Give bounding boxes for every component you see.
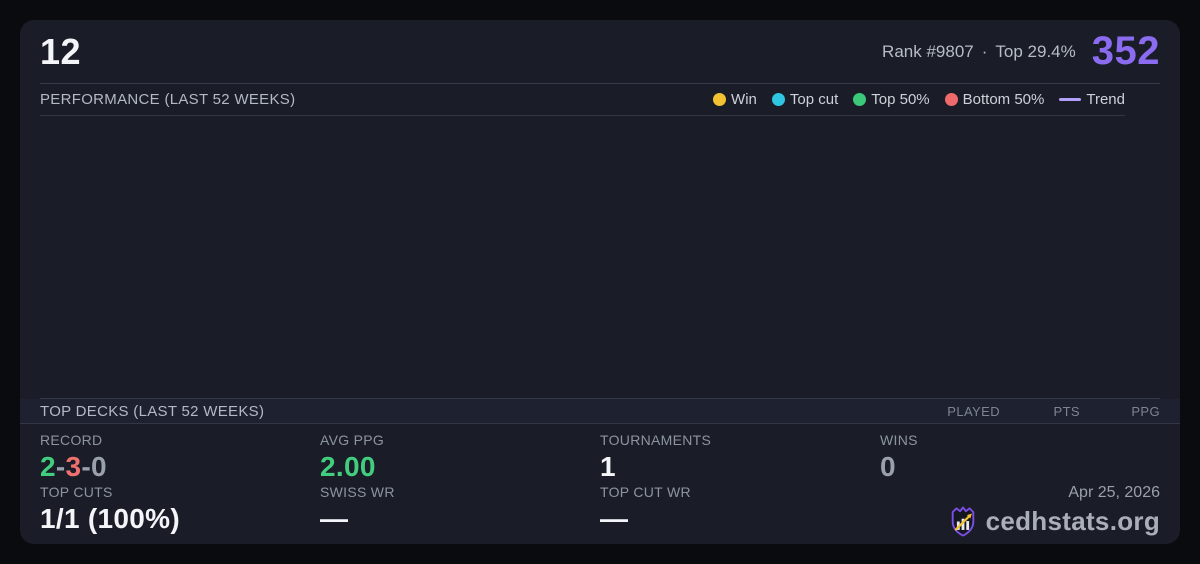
stat-label: TOP CUTS [40,484,113,500]
stat-label: SWISS WR [320,484,395,500]
legend-label: Win [731,91,757,108]
legend-label: Top cut [789,91,839,108]
deck-count: 12 [40,30,82,72]
footer: Apr 25, 2026 cedhstats.org [880,484,1160,544]
top-decks-title: TOP DECKS (LAST 52 WEEKS) [40,402,265,420]
stats-grid: RECORD 2-3-0 AVG PPG 2.00 TOURNAMENTS 1 … [40,424,1160,544]
rank-text: Rank #9807 [882,41,974,61]
avg-ppg-value: 2.00 [320,451,376,482]
date-text: Apr 25, 2026 [1068,484,1160,501]
stat-wins: WINS 0 [880,432,1160,484]
legend-item-top50[interactable]: Top 50% [853,91,930,108]
wins-value: 0 [880,451,896,482]
stat-label: TOURNAMENTS [600,432,712,448]
legend-label: Top 50% [871,91,930,108]
header-right: Rank #9807 · Top 29.4% 352 [882,29,1160,74]
stat-label: WINS [880,432,918,448]
bottom50-dot-icon [944,93,958,106]
cedhstats-shield-logo-icon [951,506,974,537]
legend-item-top-cut[interactable]: Top cut [771,91,839,108]
card-header: 12 Rank #9807 · Top 29.4% 352 [40,20,1160,84]
legend-item-bottom50[interactable]: Bottom 50% [944,91,1045,108]
score-value: 352 [1091,29,1160,73]
chart-legend: Win Top cut Top 50% Bottom 50% Trend [713,91,1125,108]
win-dot-icon [713,93,727,106]
stat-top-cuts: TOP CUTS 1/1 (100%) [40,484,320,544]
stat-avg-ppg: AVG PPG 2.00 [320,432,600,484]
record-sep: - [55,451,66,482]
top50-dot-icon [853,93,867,106]
top-decks-columns: PLAYED PTS PPG [920,404,1160,419]
legend-item-win[interactable]: Win [713,91,757,108]
brand-text: cedhstats.org [985,506,1160,536]
rank-separator-dot: · [981,41,988,61]
top-cut-dot-icon [771,93,785,106]
swiss-wr-value: — [320,503,349,534]
stat-label: RECORD [40,432,103,448]
record-sep: - [81,451,91,482]
column-header-pts: PTS [1053,403,1080,419]
column-header-played: PLAYED [947,403,1000,419]
record-draws: 0 [91,451,107,482]
column-header-ppg: PPG [1131,403,1160,419]
legend-item-trend[interactable]: Trend [1059,91,1125,108]
stat-record: RECORD 2-3-0 [40,432,320,484]
stat-tournaments: TOURNAMENTS 1 [600,432,880,484]
brand: cedhstats.org [948,505,1160,538]
rank-line: Rank #9807 · Top 29.4% [882,42,1076,62]
stats-card: 12 Rank #9807 · Top 29.4% 352 PERFORMANC… [20,20,1180,544]
record-value: 2-3-0 [40,451,320,483]
trend-line-icon [1059,98,1082,101]
top-cut-wr-value: — [600,503,629,534]
performance-header: PERFORMANCE (LAST 52 WEEKS) Win Top cut … [40,84,1125,116]
stat-top-cut-wr: TOP CUT WR — [600,484,880,544]
stat-swiss-wr: SWISS WR — [320,484,600,544]
top-decks-header: TOP DECKS (LAST 52 WEEKS) PLAYED PTS PPG [20,399,1180,424]
stat-label: AVG PPG [320,432,385,448]
legend-label: Bottom 50% [962,91,1045,108]
record-wins: 2 [40,451,56,482]
performance-title: PERFORMANCE (LAST 52 WEEKS) [40,91,296,108]
stat-label: TOP CUT WR [600,484,691,500]
performance-chart [40,116,1160,399]
legend-label: Trend [1086,91,1125,108]
top-cuts-value: 1/1 (100%) [40,503,180,534]
tournaments-value: 1 [600,451,616,482]
record-losses: 3 [65,451,82,482]
top-percent-text: Top 29.4% [995,41,1076,61]
